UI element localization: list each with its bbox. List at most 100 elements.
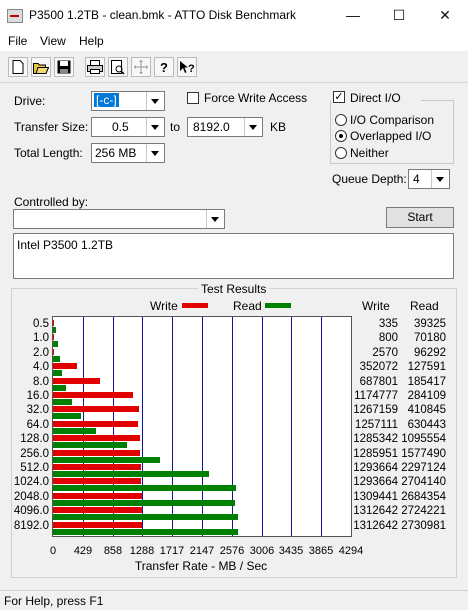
menu-help[interactable]: Help	[79, 34, 104, 48]
y-tick-label: 16.0	[26, 390, 49, 402]
read-value: 1577490	[401, 447, 446, 460]
read-bar	[53, 370, 62, 377]
write-value: 2570	[372, 346, 398, 359]
read-bar	[53, 485, 237, 492]
read-value: 630443	[407, 418, 446, 431]
y-tick-label: 1024.0	[13, 476, 49, 489]
help-icon[interactable]: ?	[154, 57, 174, 77]
write-column-header: Write	[362, 299, 390, 313]
read-value: 1095554	[401, 433, 446, 446]
x-tick-label: 4294	[338, 545, 364, 557]
force-write-label: Force Write Access	[204, 91, 308, 105]
drive-select[interactable]: [-c-]	[91, 91, 165, 111]
total-length-select[interactable]: 256 MB	[91, 143, 165, 163]
y-tick-label: 2.0	[33, 346, 49, 359]
transfer-to-select[interactable]: 8192.0	[187, 117, 263, 137]
grid-line	[262, 317, 263, 536]
queue-depth-label: Queue Depth:	[332, 172, 407, 186]
write-value: 1293664	[353, 462, 398, 474]
write-bar	[53, 363, 77, 370]
chevron-down-icon	[431, 170, 449, 188]
open-icon[interactable]	[31, 57, 51, 77]
move-icon[interactable]	[131, 57, 151, 77]
write-bar	[53, 406, 139, 413]
write-bar	[53, 521, 142, 528]
description-field[interactable]: Intel P3500 1.2TB	[13, 233, 454, 279]
window-title: P3500 1.2TB - clean.bmk - ATTO Disk Benc…	[29, 8, 296, 22]
print-preview-icon[interactable]	[108, 57, 128, 77]
drive-label: Drive:	[14, 94, 46, 108]
neither-radio[interactable]	[335, 147, 347, 159]
write-bar	[53, 449, 141, 456]
svg-text:?: ?	[188, 63, 195, 74]
write-bar	[53, 478, 141, 485]
read-value: 127591	[407, 361, 446, 374]
total-length-value: 256 MB	[95, 146, 137, 160]
context-help-icon[interactable]: ?	[177, 57, 197, 77]
read-value: 39325	[414, 318, 446, 330]
io-comparison-radio[interactable]	[335, 114, 347, 126]
write-value: 1312642	[353, 505, 398, 518]
y-tick-label: 8192.0	[13, 519, 49, 532]
overlapped-io-label: Overlapped I/O	[350, 129, 432, 143]
read-bar	[53, 427, 96, 434]
transfer-from-select[interactable]: 0.5	[91, 117, 165, 137]
read-value: 2684354	[401, 490, 446, 503]
menu-view[interactable]: View	[40, 34, 66, 48]
write-bar	[53, 377, 100, 384]
force-write-checkbox[interactable]	[187, 92, 199, 104]
start-button[interactable]: Start	[386, 207, 454, 228]
write-value: 1285951	[353, 447, 398, 460]
queue-depth-value: 4	[413, 172, 420, 186]
menu-bar	[0, 31, 468, 51]
read-bar	[53, 384, 66, 391]
drive-value: [-c-]	[94, 93, 119, 107]
read-bar	[53, 471, 209, 477]
legend-read-swatch	[265, 303, 291, 308]
minimize-button[interactable]: —	[330, 0, 376, 31]
overlapped-io-radio[interactable]	[335, 130, 347, 142]
controlled-by-select[interactable]	[13, 209, 225, 229]
read-value: 410845	[407, 404, 446, 417]
write-value: 335	[378, 318, 398, 330]
read-bar	[53, 514, 238, 521]
new-icon[interactable]	[8, 57, 28, 77]
write-value: 1312642	[353, 519, 398, 532]
write-value: 687801	[359, 375, 398, 388]
read-value: 2297124	[401, 462, 446, 474]
legend-write-swatch	[182, 303, 208, 308]
chevron-down-icon	[146, 92, 164, 110]
close-button[interactable]: ✕	[422, 0, 468, 31]
read-bar	[53, 399, 73, 405]
read-value: 2724221	[401, 505, 446, 518]
read-value: 284109	[407, 390, 446, 402]
maximize-button[interactable]: ☐	[376, 0, 422, 31]
read-bar	[53, 355, 60, 362]
write-bar	[53, 320, 54, 326]
total-length-label: Total Length:	[14, 146, 83, 160]
write-bar	[53, 492, 142, 499]
queue-depth-select[interactable]: 4	[408, 169, 450, 189]
write-bar	[53, 420, 139, 427]
read-value: 96292	[414, 346, 446, 359]
transfer-to-value: 8192.0	[193, 120, 230, 134]
direct-io-checkbox[interactable]: ✓	[333, 91, 345, 103]
transfer-to-label: to	[170, 120, 181, 134]
status-text: For Help, press F1	[4, 594, 104, 608]
chevron-down-icon	[244, 118, 262, 136]
menu-file[interactable]: File	[8, 34, 27, 48]
y-tick-label: 512.0	[20, 462, 49, 474]
write-value: 1174777	[354, 390, 398, 402]
save-icon[interactable]	[54, 57, 74, 77]
print-icon[interactable]	[85, 57, 105, 77]
write-bar	[53, 435, 141, 442]
chevron-down-icon	[206, 210, 224, 228]
y-tick-label: 4096.0	[13, 505, 49, 518]
legend-read-label: Read	[233, 299, 262, 313]
y-tick-label: 0.5	[33, 318, 49, 330]
chart-plot-area	[52, 316, 352, 537]
neither-label: Neither	[350, 146, 389, 160]
transfer-from-value: 0.5	[112, 120, 129, 134]
status-bar: For Help, press F1	[0, 590, 468, 610]
write-bar	[53, 464, 141, 470]
